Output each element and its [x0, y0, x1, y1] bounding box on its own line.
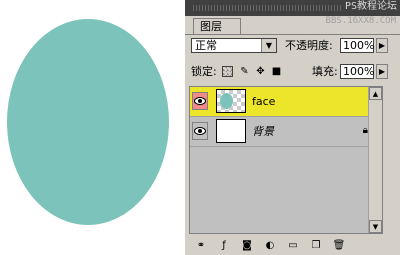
layers-bottom-toolbar: ⚭ ƒ ◙ ◐ ▭ ❐ 🗑︎: [185, 236, 400, 255]
lock-transparent-icon[interactable]: [222, 66, 233, 77]
opacity-label: 不透明度:: [285, 39, 333, 52]
lock-label: 锁定:: [191, 65, 217, 78]
tab-layers[interactable]: 图层: [193, 18, 241, 34]
watermark-text: PS教程论坛: [344, 1, 397, 12]
layer-name[interactable]: face: [252, 95, 275, 108]
eye-icon[interactable]: [192, 122, 208, 140]
layers-panel: PS教程论坛 BBS.16XX8.COM 图层 正常 ▼ 不透明度: 100% …: [184, 0, 400, 255]
scroll-up-icon[interactable]: ▲: [369, 87, 382, 100]
link-icon[interactable]: ⚭: [194, 239, 208, 252]
chevron-down-icon[interactable]: ▼: [261, 39, 276, 52]
layer-row-face[interactable]: face: [190, 87, 382, 117]
document-canvas: [0, 0, 185, 255]
blend-mode-value: 正常: [195, 39, 217, 52]
panel-titlebar[interactable]: PS教程论坛: [185, 0, 400, 16]
fill-input[interactable]: 100%: [340, 64, 374, 79]
mask-icon[interactable]: ◙: [240, 239, 254, 252]
layer-thumbnail[interactable]: [216, 119, 246, 143]
layer-name[interactable]: 背景: [252, 125, 274, 138]
layer-thumbnail[interactable]: [216, 89, 246, 113]
thumbnail-ellipse: [220, 93, 233, 109]
teal-ellipse: [7, 19, 169, 225]
lock-all-icon[interactable]: ■: [271, 66, 282, 77]
layer-row-background[interactable]: 背景 🔒︎: [190, 117, 382, 147]
trash-icon[interactable]: 🗑︎: [332, 239, 346, 252]
fill-label: 填充:: [312, 65, 338, 78]
layers-scrollbar[interactable]: ▲ ▼: [368, 87, 382, 233]
lock-position-icon[interactable]: ✥: [255, 66, 266, 77]
layers-list: face 背景 🔒︎ ▲ ▼: [189, 86, 383, 234]
folder-icon[interactable]: ▭: [286, 239, 300, 252]
lock-image-icon[interactable]: ✎: [239, 66, 250, 77]
scroll-down-icon[interactable]: ▼: [369, 220, 382, 233]
opacity-slider-arrow-icon[interactable]: ▶: [376, 38, 388, 53]
adjustment-icon[interactable]: ◐: [263, 239, 277, 252]
fill-slider-arrow-icon[interactable]: ▶: [376, 64, 388, 79]
blend-mode-select[interactable]: 正常 ▼: [191, 38, 277, 53]
layer-style-icon[interactable]: ƒ: [217, 239, 231, 252]
new-layer-icon[interactable]: ❐: [309, 239, 323, 252]
opacity-input[interactable]: 100%: [340, 38, 374, 53]
titlebar-grip: [193, 5, 343, 11]
lock-row: 锁定: ✎ ✥ ■ 填充: 100% ▶: [185, 61, 400, 81]
tab-row: 图层: [185, 16, 400, 35]
eye-icon[interactable]: [192, 92, 208, 110]
